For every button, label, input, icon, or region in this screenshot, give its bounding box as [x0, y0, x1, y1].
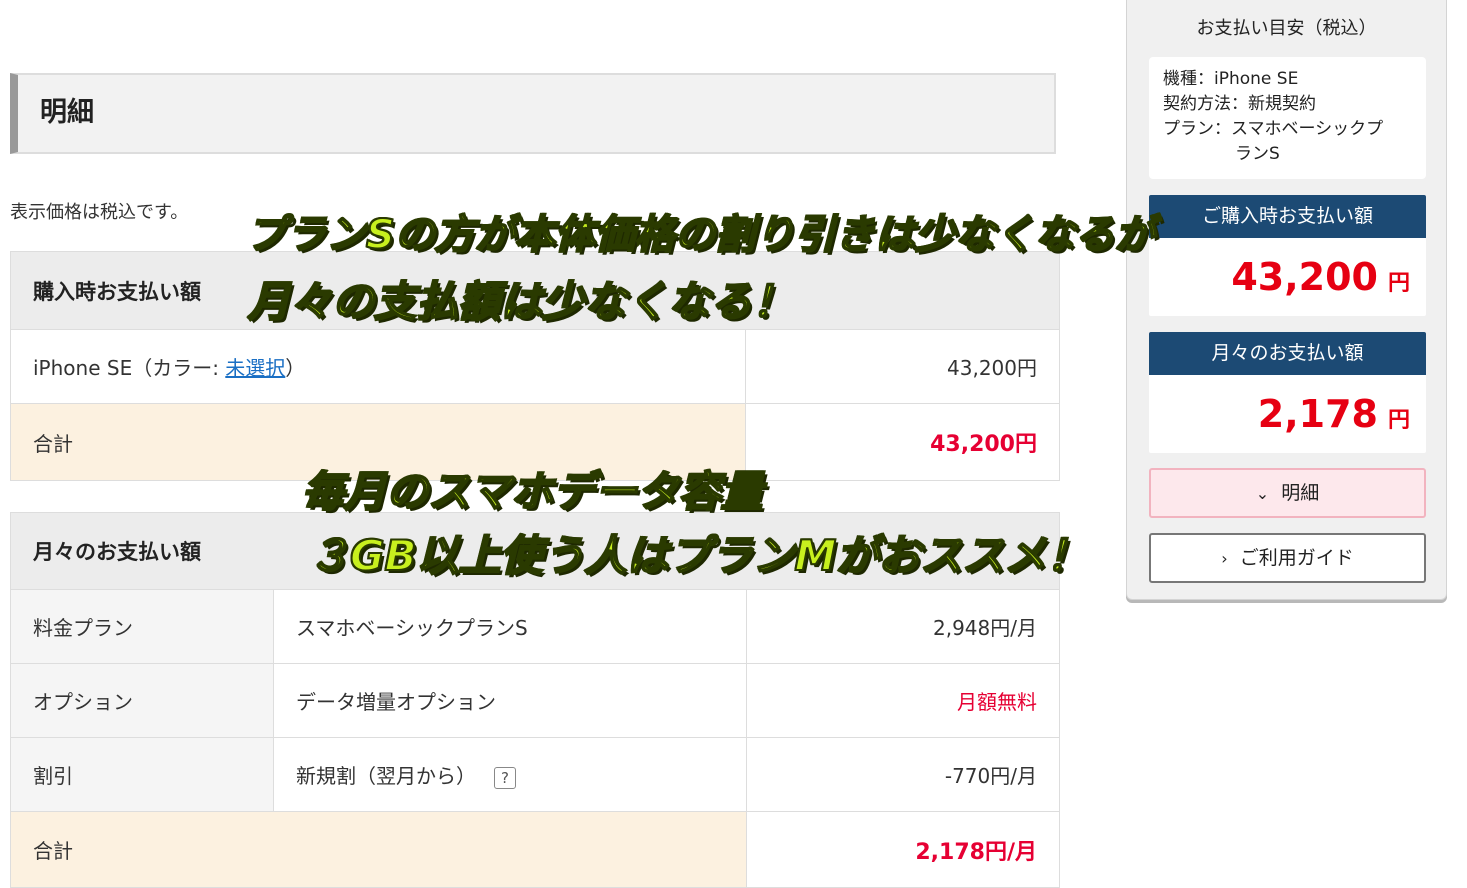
chevron-right-icon: ›	[1221, 549, 1228, 568]
monthly-amount-bar: 月々のお支払い額	[1149, 332, 1426, 375]
row-label: 料金プラン	[10, 589, 274, 664]
purchase-item-price: 43,200円	[745, 329, 1060, 404]
section-title: 明細	[40, 97, 94, 128]
color-select-link[interactable]: 未選択	[225, 356, 285, 380]
yen-unit: 円	[1387, 271, 1410, 296]
table-row: 割引 新規割（翌月から）? -770円/月	[10, 737, 1060, 812]
row-name: データ増量オプション	[273, 663, 747, 738]
panel-title: お支払い目安（税込）	[1196, 18, 1377, 39]
purchase-total-value: 43,200円	[745, 403, 1060, 481]
row-name: 新規割（翌月から）	[296, 764, 476, 788]
monthly-amount-value-wrap: 2,178 円	[1149, 375, 1426, 453]
row-value: 月額無料	[746, 663, 1060, 738]
monthly-total-label: 合計	[10, 811, 747, 888]
caption-line-2: 月々の支払額は少なくなる！	[247, 276, 795, 327]
row-name-cell: 新規割（翌月から）?	[273, 737, 747, 812]
detail-button[interactable]: ⌄ 明細	[1149, 468, 1426, 518]
row-label: オプション	[10, 663, 274, 738]
monthly-total-value: 2,178円/月	[746, 811, 1060, 888]
detail-button-label: 明細	[1281, 482, 1320, 504]
table-row: 料金プラン スマホベーシックプランS 2,948円/月	[10, 589, 1060, 664]
payment-summary-panel: お支払い目安（税込） 機種：iPhone SE 契約方法：新規契約 プラン：スマ…	[1126, 0, 1447, 600]
caption-line-4: ３GB以上使う人はプランMがおススメ！	[307, 530, 1089, 581]
device-line: 機種：iPhone SE	[1163, 69, 1299, 89]
guide-button[interactable]: › ご利用ガイド	[1149, 533, 1426, 583]
table-row: オプション データ増量オプション 月額無料	[10, 663, 1060, 738]
row-value: -770円/月	[746, 737, 1060, 812]
purchase-amount-value: 43,200	[1231, 255, 1378, 299]
monthly-amount-value: 2,178	[1257, 392, 1378, 436]
caption-line-3: 毎月のスマホデータ容量	[301, 466, 764, 517]
row-label: 割引	[10, 737, 274, 812]
purchase-amount-bar: ご購入時お支払い額	[1149, 195, 1426, 238]
help-icon[interactable]: ?	[494, 766, 516, 789]
yen-unit: 円	[1387, 408, 1410, 433]
purchase-amount-box: ご購入時お支払い額 43,200 円	[1149, 195, 1426, 316]
monthly-amount-box: 月々のお支払い額 2,178 円	[1149, 332, 1426, 453]
plan-line: プラン：スマホベーシックプ	[1163, 119, 1384, 139]
section-header: 明細	[10, 73, 1056, 154]
contract-line: 契約方法：新規契約	[1163, 94, 1316, 114]
tax-note: 表示価格は税込です。	[10, 202, 189, 223]
caption-line-1: プランSの方が本体価格の割り引きは少なくなるが	[245, 211, 1156, 259]
purchase-item-suffix: ）	[285, 356, 306, 380]
table-row: 合計 2,178円/月	[10, 811, 1060, 888]
row-value: 2,948円/月	[746, 589, 1060, 664]
guide-button-label: ご利用ガイド	[1239, 547, 1354, 569]
chevron-down-icon: ⌄	[1255, 484, 1270, 503]
purchase-amount-value-wrap: 43,200 円	[1149, 238, 1426, 316]
purchase-item-label: iPhone SE（カラー:	[33, 356, 226, 380]
row-name: スマホベーシックプランS	[273, 589, 747, 664]
purchase-item-cell: iPhone SE（カラー: 未選択）	[10, 329, 746, 404]
plan-line-cont: ランS	[1235, 144, 1280, 164]
contract-info-box: 機種：iPhone SE 契約方法：新規契約 プラン：スマホベーシックプ ランS	[1149, 57, 1426, 179]
